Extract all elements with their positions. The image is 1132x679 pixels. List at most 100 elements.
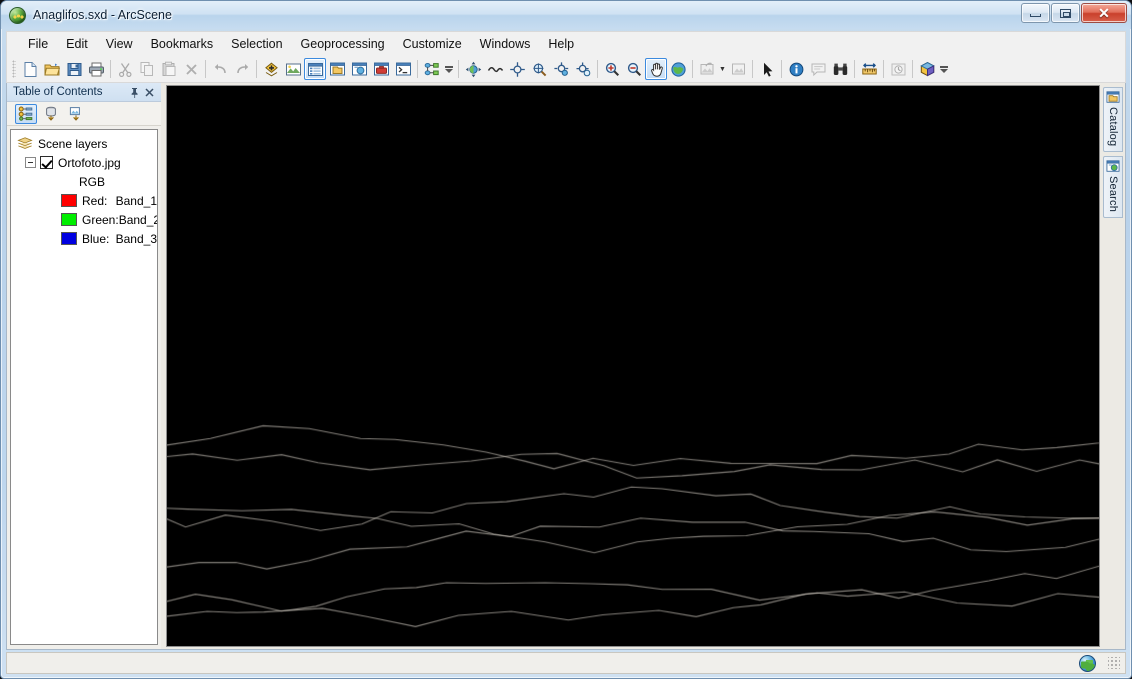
catalog-window-button[interactable] (326, 58, 348, 80)
center-on-target-button[interactable] (506, 58, 528, 80)
menu-item-selection[interactable]: Selection (222, 33, 291, 55)
paste-icon (162, 61, 175, 76)
pin-button[interactable] (127, 85, 142, 100)
undo-arrow-icon (214, 63, 226, 73)
blue-band-swatch[interactable] (61, 232, 77, 245)
new-document-button[interactable] (19, 58, 41, 80)
table-of-contents-button[interactable] (304, 58, 326, 80)
cut-button[interactable] (114, 58, 136, 80)
toolbar-separator (912, 60, 913, 78)
menu-item-windows[interactable]: Windows (471, 33, 540, 55)
catalog-window-icon (1106, 91, 1120, 103)
tools-overflow-button[interactable] (938, 58, 950, 80)
toolbar-separator (256, 60, 257, 78)
status-bar (6, 652, 1126, 674)
close-button[interactable]: ✕ (1081, 3, 1127, 23)
zoom-out-button[interactable] (623, 58, 645, 80)
table-of-contents-icon (307, 62, 323, 76)
search-window-button[interactable] (348, 58, 370, 80)
zoom-in-button[interactable] (601, 58, 623, 80)
navigate-button[interactable] (462, 58, 484, 80)
toolbar-overflow-button[interactable] (443, 58, 455, 80)
copy-button[interactable] (136, 58, 158, 80)
toolbox-window-button[interactable] (370, 58, 392, 80)
menu-item-file[interactable]: File (19, 33, 57, 55)
add-data-button[interactable] (260, 58, 282, 80)
delete-button[interactable] (180, 58, 202, 80)
print-button[interactable] (85, 58, 107, 80)
maximize-button[interactable] (1051, 3, 1080, 23)
print-icon (88, 62, 104, 76)
select-features-button[interactable] (756, 58, 778, 80)
model-builder-icon (424, 62, 439, 75)
layer-stack-icon (17, 137, 33, 149)
find-button[interactable] (829, 58, 851, 80)
menu-item-view[interactable]: View (97, 33, 142, 55)
time-slider-icon (891, 63, 905, 75)
status-globe-icon[interactable] (1079, 654, 1096, 672)
green-band-swatch[interactable] (61, 213, 77, 226)
undo-button[interactable] (209, 58, 231, 80)
identify-button[interactable] (785, 58, 807, 80)
python-window-button[interactable] (392, 58, 414, 80)
layer-visibility-checkbox[interactable] (40, 156, 53, 169)
list-by-drawing-order-button[interactable] (15, 103, 37, 124)
fly-bird-icon (487, 66, 503, 72)
search-tab[interactable]: Search (1103, 156, 1123, 219)
full-extent-button[interactable] (667, 58, 689, 80)
menu-item-customize[interactable]: Customize (394, 33, 471, 55)
arcscene-globe-icon (9, 6, 26, 24)
toolbar-grip[interactable] (12, 60, 16, 78)
html-popup-button[interactable] (807, 58, 829, 80)
catalog-window-icon (329, 62, 345, 75)
window-controls: ✕ (1021, 3, 1127, 23)
menu-item-help[interactable]: Help (539, 33, 583, 55)
tree-row-scene-layers[interactable]: Scene layers (11, 134, 157, 153)
fly-button[interactable] (484, 58, 506, 80)
tree-row-band-green[interactable]: Green: Band_2 (11, 210, 157, 229)
time-slider-button[interactable] (887, 58, 909, 80)
title-bar[interactable]: Anaglifos.sxd - ArcScene ✕ (1, 1, 1131, 29)
pan-button[interactable] (645, 58, 667, 80)
menu-item-edit[interactable]: Edit (57, 33, 97, 55)
zoom-to-selection-icon (731, 63, 745, 74)
target-observer-button[interactable] (572, 58, 594, 80)
layer-name-label: Ortofoto.jpg (58, 155, 121, 170)
zoom-to-selection-button[interactable] (727, 58, 749, 80)
menu-item-geoprocessing[interactable]: Geoprocessing (292, 33, 394, 55)
catalog-tab[interactable]: Catalog (1103, 87, 1123, 153)
zoom-to-target-button[interactable] (528, 58, 550, 80)
window-title: Anaglifos.sxd - ArcScene (33, 8, 172, 22)
list-by-selection-button[interactable] (65, 104, 87, 124)
zoom-previous-dropdown[interactable]: ▼ (718, 58, 727, 80)
menu-item-bookmarks[interactable]: Bookmarks (142, 33, 223, 55)
measure-button[interactable] (858, 58, 880, 80)
tree-row-ortofoto-layer[interactable]: Ortofoto.jpg (11, 153, 157, 172)
toolbar-separator (692, 60, 693, 78)
toc-layer-tree[interactable]: Scene layers Ortofoto.jpg RGB Red: Band_… (10, 129, 158, 645)
tree-row-band-blue[interactable]: Blue: Band_3 (11, 229, 157, 248)
minimize-icon (1030, 14, 1041, 17)
list-by-source-button[interactable] (40, 104, 62, 124)
3d-effects-button[interactable] (916, 58, 938, 80)
red-band-swatch[interactable] (61, 194, 77, 207)
redo-button[interactable] (231, 58, 253, 80)
model-builder-button[interactable] (421, 58, 443, 80)
open-folder-button[interactable] (41, 58, 63, 80)
arcscene-window: Anaglifos.sxd - ArcScene ✕ File Edit Vie… (0, 0, 1132, 679)
zoom-previous-button[interactable] (696, 58, 718, 80)
save-button[interactable] (63, 58, 85, 80)
pin-icon (131, 87, 138, 98)
set-observer-button[interactable] (550, 58, 572, 80)
collapse-expander[interactable] (25, 157, 36, 168)
paste-button[interactable] (158, 58, 180, 80)
minimize-button[interactable] (1021, 3, 1050, 23)
tree-row-band-red[interactable]: Red: Band_1 (11, 191, 157, 210)
3d-scene-view[interactable] (167, 86, 1099, 646)
close-panel-button[interactable] (142, 85, 157, 100)
close-icon: ✕ (1098, 5, 1110, 21)
resize-grip[interactable] (1108, 657, 1120, 669)
scene-view-container[interactable] (166, 85, 1100, 647)
select-arrow-icon (763, 62, 772, 77)
scene-properties-button[interactable] (282, 58, 304, 80)
